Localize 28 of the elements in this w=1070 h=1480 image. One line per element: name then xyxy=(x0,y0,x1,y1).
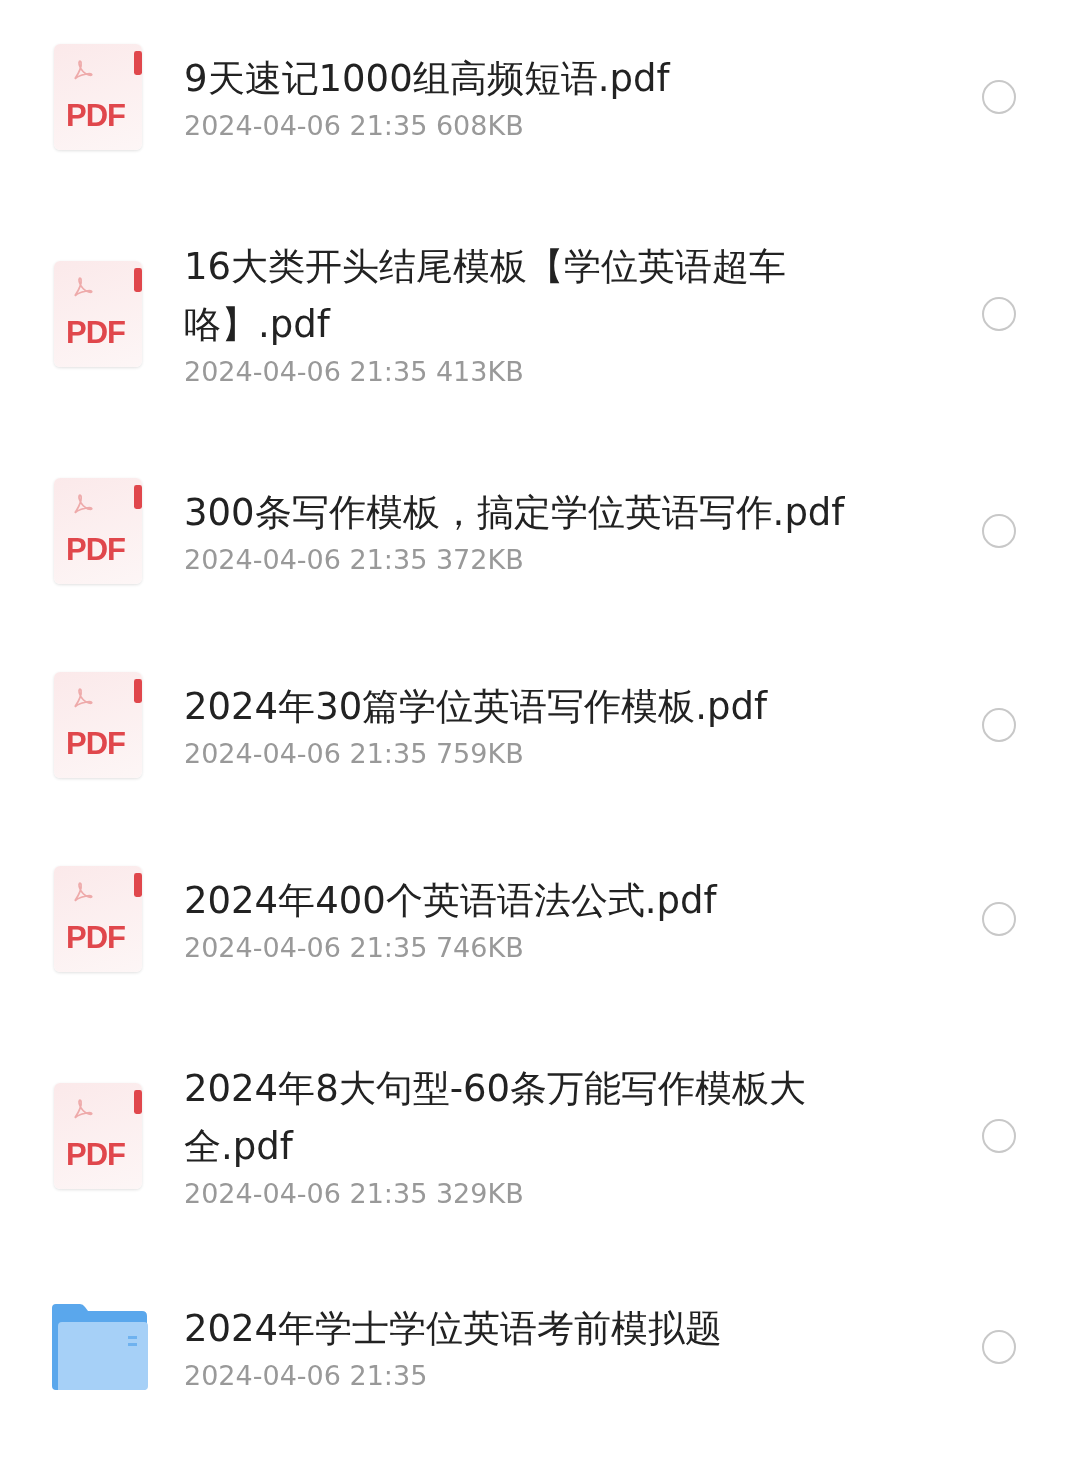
file-name: 300条写作模板，搞定学位英语写作.pdf xyxy=(184,490,846,536)
file-meta: 2024-04-06 21:35 372KB xyxy=(184,543,525,577)
file-name: 16大类开头结尾模板【学位英语超车咯】.pdf xyxy=(184,244,788,348)
select-radio[interactable] xyxy=(982,514,1016,548)
pdf-file-icon: PDF xyxy=(54,866,142,972)
select-radio[interactable] xyxy=(982,1119,1016,1153)
file-meta: 2024-04-06 21:35 413KB xyxy=(184,355,525,389)
pdf-file-icon: PDF xyxy=(54,672,142,778)
file-meta: 2024-04-06 21:35 xyxy=(184,1359,429,1393)
file-name: 2024年30篇学位英语写作模板.pdf xyxy=(184,684,769,730)
file-meta: 2024-04-06 21:35 608KB xyxy=(184,109,525,143)
pdf-file-icon: PDF xyxy=(54,1083,142,1189)
select-radio[interactable] xyxy=(982,1330,1016,1364)
pdf-file-icon: PDF xyxy=(54,261,142,367)
select-radio[interactable] xyxy=(982,902,1016,936)
file-meta: 2024-04-06 21:35 329KB xyxy=(184,1177,525,1211)
file-name: 2024年8大句型-60条万能写作模板大全.pdf xyxy=(184,1066,808,1170)
file-name: 2024年学士学位英语考前模拟题 xyxy=(184,1306,724,1352)
select-radio[interactable] xyxy=(982,80,1016,114)
file-meta: 2024-04-06 21:35 746KB xyxy=(184,931,525,965)
file-meta: 2024-04-06 21:35 759KB xyxy=(184,737,525,771)
file-name: 2024年400个英语语法公式.pdf xyxy=(184,878,719,924)
select-radio[interactable] xyxy=(982,297,1016,331)
select-radio[interactable] xyxy=(982,708,1016,742)
folder-icon xyxy=(50,1302,150,1392)
file-name: 9天速记1000组高频短语.pdf xyxy=(184,56,672,102)
pdf-file-icon: PDF xyxy=(54,44,142,150)
pdf-file-icon: PDF xyxy=(54,478,142,584)
